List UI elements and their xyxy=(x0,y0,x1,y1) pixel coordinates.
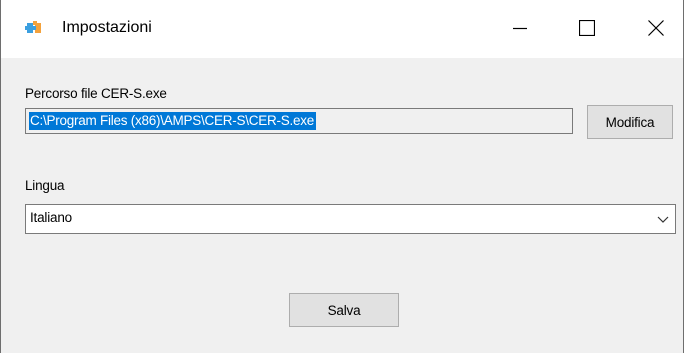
close-button[interactable] xyxy=(633,8,679,48)
language-label: Lingua xyxy=(25,178,65,193)
chevron-down-icon xyxy=(657,216,669,223)
minimize-button[interactable] xyxy=(497,8,543,48)
window-title: Impostazioni xyxy=(62,19,152,36)
minimize-icon xyxy=(513,27,527,30)
dialog-body: Percorso file CER-S.exe C:\Program Files… xyxy=(1,58,683,353)
app-icon xyxy=(25,21,41,33)
save-button[interactable]: Salva xyxy=(289,293,399,327)
close-icon xyxy=(648,20,664,36)
path-input-value: C:\Program Files (x86)\AMPS\CER-S\CER-S.… xyxy=(29,112,317,130)
maximize-button[interactable] xyxy=(564,8,610,48)
path-label: Percorso file CER-S.exe xyxy=(25,86,167,101)
language-select-value: Italiano xyxy=(30,210,72,225)
path-input[interactable]: C:\Program Files (x86)\AMPS\CER-S\CER-S.… xyxy=(25,108,573,134)
language-select[interactable]: Italiano xyxy=(25,204,676,234)
settings-window: Impostazioni Percorso file CER-S.exe C:\… xyxy=(0,0,684,353)
title-bar[interactable]: Impostazioni xyxy=(1,0,683,58)
maximize-icon xyxy=(579,20,595,36)
modify-button[interactable]: Modifica xyxy=(587,105,673,139)
